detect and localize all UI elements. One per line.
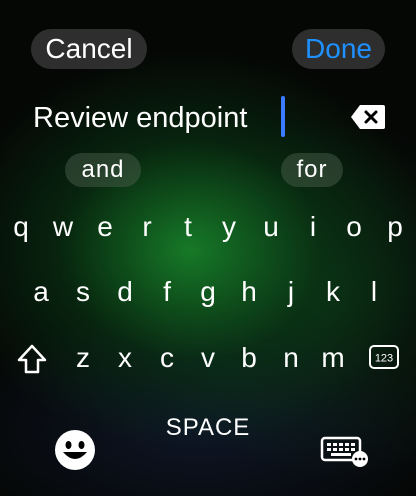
space-key[interactable]: SPACE	[150, 410, 266, 446]
numbers-key[interactable]: 123	[369, 345, 399, 369]
key-e[interactable]: e	[88, 207, 122, 247]
key-u[interactable]: u	[254, 207, 288, 247]
key-f[interactable]: f	[150, 272, 184, 312]
key-n[interactable]: n	[274, 338, 308, 378]
key-z[interactable]: z	[66, 338, 100, 378]
key-j[interactable]: j	[274, 272, 308, 312]
key-q[interactable]: q	[4, 207, 38, 247]
emoji-key[interactable]	[54, 429, 96, 471]
key-a[interactable]: a	[24, 272, 58, 312]
key-w[interactable]: w	[46, 207, 80, 247]
key-h[interactable]: h	[232, 272, 266, 312]
keyboard-options-icon	[320, 436, 368, 467]
key-k[interactable]: k	[316, 272, 350, 312]
key-m[interactable]: m	[316, 338, 350, 378]
shift-key[interactable]	[16, 343, 48, 375]
key-p[interactable]: p	[378, 207, 412, 247]
backspace-icon	[351, 105, 385, 129]
key-b[interactable]: b	[232, 338, 266, 378]
key-g[interactable]: g	[191, 272, 225, 312]
text-input-value[interactable]: Review endpoint	[33, 100, 247, 136]
shift-icon	[17, 344, 47, 374]
delete-key[interactable]	[350, 104, 386, 130]
key-y[interactable]: y	[212, 207, 246, 247]
keyboard-options-key[interactable]	[320, 436, 370, 468]
key-v[interactable]: v	[191, 338, 225, 378]
text-caret	[281, 96, 285, 137]
numbers-key-label: 123	[375, 353, 393, 365]
key-o[interactable]: o	[337, 207, 371, 247]
key-i[interactable]: i	[296, 207, 330, 247]
done-button[interactable]: Done	[292, 29, 385, 69]
key-d[interactable]: d	[108, 272, 142, 312]
key-s[interactable]: s	[66, 272, 100, 312]
suggestion-for[interactable]: for	[281, 153, 343, 187]
cancel-button[interactable]: Cancel	[31, 29, 147, 69]
key-x[interactable]: x	[108, 338, 142, 378]
numbers-key-icon: 123	[369, 345, 399, 369]
key-c[interactable]: c	[150, 338, 184, 378]
key-r[interactable]: r	[130, 207, 164, 247]
key-t[interactable]: t	[171, 207, 205, 247]
key-l[interactable]: l	[357, 272, 391, 312]
suggestion-and[interactable]: and	[65, 153, 141, 187]
emoji-icon	[55, 430, 95, 470]
